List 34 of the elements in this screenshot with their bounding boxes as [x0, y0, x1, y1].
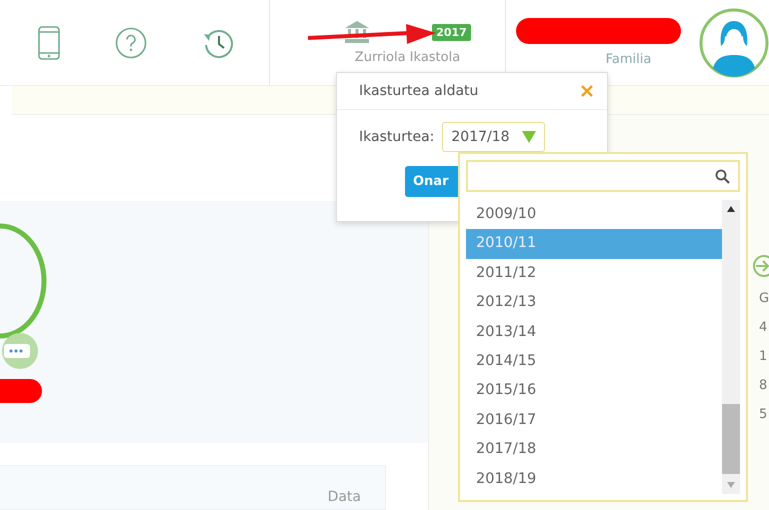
year-option[interactable]: 2018/19: [466, 464, 722, 494]
year-select[interactable]: 2017/18: [442, 122, 545, 152]
year-option[interactable]: 2017/18: [466, 435, 722, 465]
chat-bubble-icon[interactable]: [0, 331, 40, 371]
year-option[interactable]: 2016/17: [466, 406, 722, 436]
search-icon: [715, 168, 730, 184]
cell-text: 5: [759, 407, 768, 422]
scrollbar-thumb[interactable]: [722, 404, 740, 474]
cell-text: G: [759, 291, 769, 306]
cell-text: 4: [759, 320, 768, 335]
year-option[interactable]: 2011/12: [466, 258, 722, 288]
popover-title: Ikasturtea aldatu: [359, 83, 478, 99]
close-icon[interactable]: [581, 85, 593, 97]
year-option[interactable]: 2015/16: [466, 376, 722, 406]
column-header: Data: [328, 489, 361, 505]
tablet-icon[interactable]: [38, 26, 60, 60]
year-option[interactable]: 2014/15: [466, 347, 722, 376]
year-option[interactable]: 2009/10: [466, 200, 722, 230]
redaction-mark: [0, 379, 42, 403]
avatar-icon[interactable]: [699, 8, 769, 78]
cell-text: 1: [759, 349, 768, 364]
help-icon[interactable]: [115, 26, 147, 58]
user-role: Familia: [606, 52, 652, 67]
field-label: Ikasturtea:: [359, 129, 434, 145]
cell-text: 8: [759, 378, 768, 393]
caret-icon: [522, 131, 536, 143]
search-field[interactable]: [466, 160, 740, 192]
arrow-right-icon[interactable]: [753, 255, 769, 277]
school-building-icon: [344, 20, 370, 44]
year-option[interactable]: 2012/13: [466, 288, 722, 318]
scrollbar[interactable]: [722, 200, 740, 494]
scroll-down-icon[interactable]: [727, 482, 735, 488]
year-option[interactable]: 2013/14: [466, 318, 722, 348]
scroll-up-icon[interactable]: [727, 206, 735, 212]
